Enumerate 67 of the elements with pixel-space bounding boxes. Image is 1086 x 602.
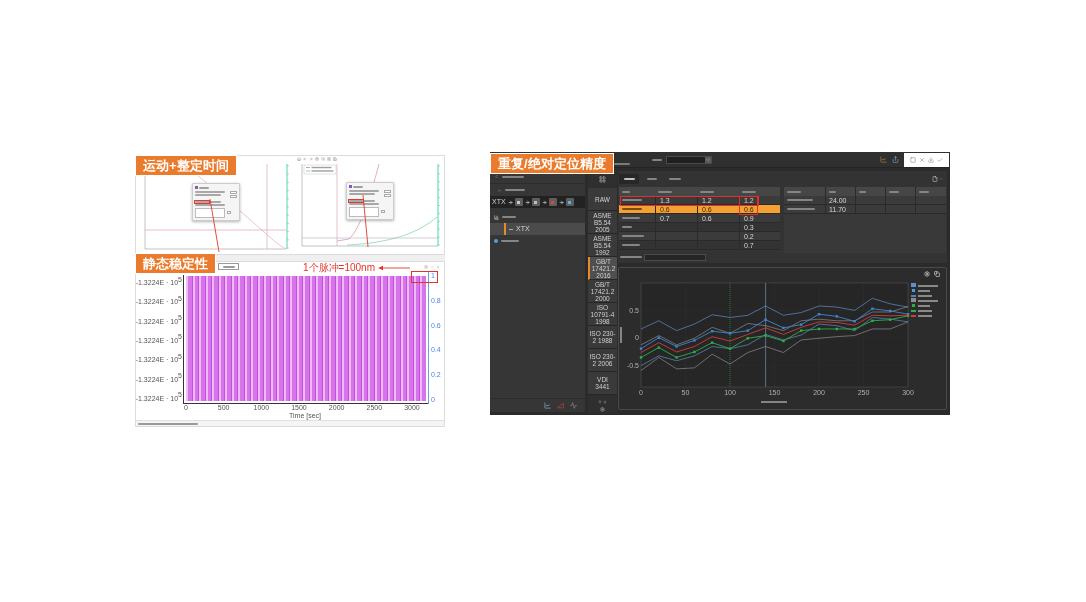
document-icon[interactable] (932, 176, 938, 182)
blurred-text-bar (199, 186, 209, 189)
arrow-icon (524, 199, 530, 205)
callout-label: 运动+整定时间 (135, 155, 237, 176)
caret-icon[interactable] (497, 187, 502, 193)
move-icon[interactable] (315, 157, 319, 161)
dropdown-field[interactable] (666, 155, 712, 164)
blurred-text-bar (889, 190, 899, 193)
blurred-text-bar (859, 190, 866, 193)
blurred-text-bar (223, 265, 235, 268)
grid-icon[interactable] (599, 175, 606, 183)
blurred-text-bar (138, 422, 198, 425)
step-tile-icon[interactable] (565, 198, 574, 206)
close-icon[interactable] (919, 156, 925, 163)
legend-box (303, 164, 337, 175)
export-icon[interactable] (892, 156, 899, 163)
step-tile-icon[interactable] (514, 198, 523, 206)
step-tile-icon[interactable] (531, 198, 540, 206)
annotation-text: 1个脉冲=100nm (303, 262, 375, 274)
zoom-icon[interactable] (321, 157, 325, 161)
dialog-button[interactable] (227, 211, 231, 214)
step-tile-icon[interactable] (548, 198, 557, 206)
download-icon[interactable] (928, 156, 934, 163)
line-swatch-icon (306, 170, 310, 172)
blurred-text-bar (829, 190, 836, 193)
result-tab[interactable] (619, 174, 639, 184)
blurred-text-bar (742, 190, 756, 193)
dialog-button[interactable] (381, 210, 385, 213)
highlight-frame (194, 200, 210, 204)
bar-chart-icon (494, 214, 499, 220)
arrow-icon (541, 199, 547, 205)
chart-icon[interactable] (544, 402, 551, 409)
blurred-text-bar (787, 190, 801, 193)
highlight-frame (411, 271, 438, 283)
blurred-text-bar (652, 158, 662, 161)
wave-icon[interactable] (570, 402, 577, 409)
back-icon[interactable] (494, 174, 499, 179)
blurred-text-bar (658, 190, 672, 193)
save-icon[interactable] (333, 157, 337, 161)
input-field[interactable] (644, 253, 706, 261)
text-area-field[interactable] (349, 207, 379, 217)
highlight-frame (348, 199, 364, 203)
blurred-text-bar (622, 190, 630, 193)
triangle-icon[interactable] (557, 402, 564, 409)
blurred-text-bar (700, 190, 714, 193)
text-area-field[interactable] (195, 208, 225, 218)
arrow-icon (507, 199, 513, 205)
home-icon[interactable] (297, 157, 301, 161)
caret-icon (705, 156, 711, 163)
line-swatch-icon (306, 167, 310, 168)
settings-icon[interactable] (600, 406, 605, 412)
forward-arrow-icon[interactable] (309, 157, 313, 161)
check-icon[interactable] (937, 156, 943, 163)
blurred-text-bar (502, 175, 524, 178)
app-icon (195, 186, 198, 189)
plot-tab[interactable] (218, 263, 239, 270)
blurred-text-bar (353, 185, 363, 188)
sliders-icon[interactable] (327, 157, 331, 161)
blurred-text-bar (919, 190, 929, 193)
callout-label: 静态稳定性 (135, 253, 216, 274)
chart-icon[interactable] (880, 156, 887, 163)
back-arrow-icon[interactable] (303, 157, 307, 161)
app-icon (349, 185, 352, 188)
callout-label: 重复/绝对定位精度 (490, 153, 614, 174)
pointer-arrow (378, 265, 410, 271)
arrow-icon (558, 199, 564, 205)
copy-icon[interactable] (934, 271, 940, 277)
